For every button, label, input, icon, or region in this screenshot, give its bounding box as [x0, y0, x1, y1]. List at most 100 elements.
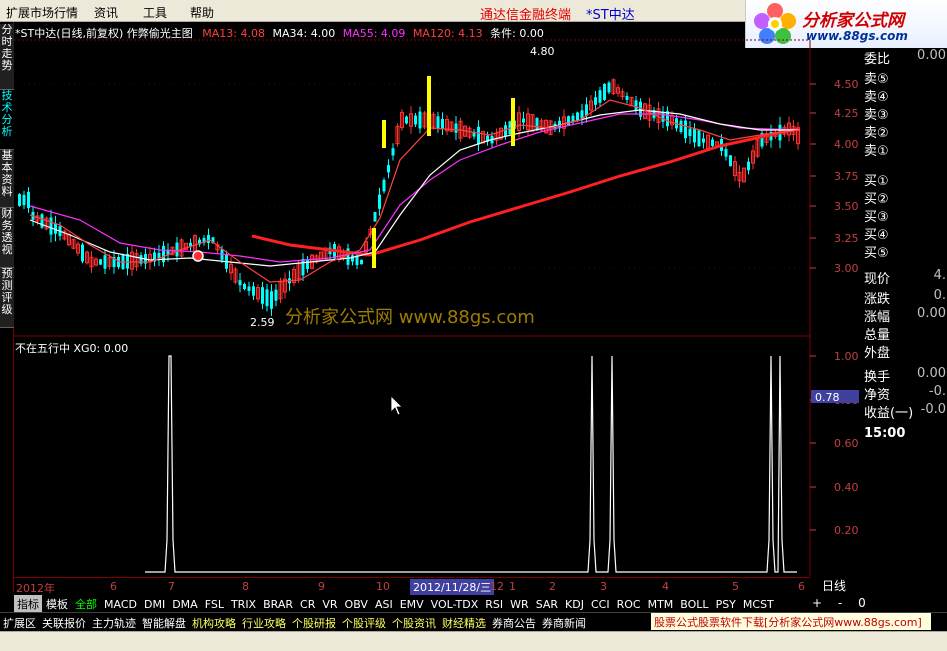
indicator-trix[interactable]: TRIX: [228, 597, 259, 612]
quote-value: 0.: [933, 288, 946, 303]
quote-row: 换手 0.00: [864, 366, 947, 385]
sub-cursor-value: 0.78: [815, 391, 840, 404]
zoom-reset-button[interactable]: 0: [858, 596, 866, 610]
indicator-tab[interactable]: 指标: [14, 595, 42, 613]
candle-body: [679, 120, 683, 132]
candle-body: [688, 128, 692, 137]
period-selector[interactable]: 日线: [812, 577, 861, 594]
candle-body: [99, 259, 102, 265]
indicator-cci[interactable]: CCI: [588, 597, 613, 612]
quote-label: 卖⑤: [864, 72, 889, 87]
quote-row: 买②: [864, 188, 947, 207]
indicator-emv[interactable]: EMV: [397, 597, 427, 612]
bottom-tab[interactable]: 个股研报: [289, 613, 339, 633]
candle-body: [603, 83, 606, 101]
indicator-kdj[interactable]: KDJ: [562, 597, 587, 612]
bottom-tab[interactable]: 券商公告: [489, 613, 539, 633]
date-tick: 6: [110, 580, 117, 593]
quote-label: 买⑤: [864, 246, 889, 261]
indicator-vol-tdx[interactable]: VOL-TDX: [428, 597, 482, 612]
price-tick: 4.25: [834, 107, 859, 120]
indicator-roc[interactable]: ROC: [614, 597, 644, 612]
candle-body: [697, 130, 701, 147]
candle-body: [247, 286, 251, 291]
sub-axis: 1.00 0.80 0.60 0.40 0.20: [810, 350, 859, 537]
quote-row: 涨幅 0.00: [864, 306, 947, 325]
date-tick: 3: [600, 580, 607, 593]
indicator-rsi[interactable]: RSI: [482, 597, 506, 612]
indicator-sar[interactable]: SAR: [533, 597, 561, 612]
price-tick: 3.00: [834, 262, 859, 275]
date-tick: 8: [242, 580, 249, 593]
quote-value: -0.0: [920, 402, 946, 417]
quote-label: 涨幅: [864, 310, 891, 325]
indicator-mcst[interactable]: MCST: [740, 597, 777, 612]
indicator-brar[interactable]: BRAR: [260, 597, 296, 612]
indicator-obv[interactable]: OBV: [342, 597, 371, 612]
candle-body: [576, 112, 579, 122]
candle-body: [625, 95, 629, 100]
candle-body: [436, 116, 440, 129]
bottom-tab[interactable]: 券商新闻: [539, 613, 589, 633]
quote-row: 卖⑤: [864, 68, 947, 87]
bottom-tab[interactable]: 主力轨迹: [89, 613, 139, 633]
indicator-wr[interactable]: WR: [507, 597, 532, 612]
candle-body: [27, 191, 30, 209]
indicator-fsl[interactable]: FSL: [202, 597, 227, 612]
date-tick: 12: [490, 580, 504, 593]
candle-body: [724, 149, 728, 157]
indicator-boll[interactable]: BOLL: [677, 597, 711, 612]
candle-body: [634, 100, 638, 111]
indicator-psy[interactable]: PSY: [713, 597, 739, 612]
zoom-out-button[interactable]: -: [838, 596, 842, 610]
indicator-macd[interactable]: MACD: [101, 597, 140, 612]
quote-label: 买②: [864, 192, 889, 207]
quote-row: 卖③: [864, 104, 947, 123]
bottom-tab[interactable]: 财经精选: [439, 613, 489, 633]
candle-body: [585, 104, 588, 116]
candle-body: [351, 255, 354, 262]
candle-body: [18, 194, 21, 206]
price-tick: 4.50: [834, 78, 859, 91]
indicator-vr[interactable]: VR: [319, 597, 340, 612]
bottom-tab[interactable]: 行业攻略: [239, 613, 289, 633]
candle-body: [378, 194, 381, 209]
indicator-dma[interactable]: DMA: [169, 597, 201, 612]
date-tick: 10: [376, 580, 390, 593]
bottom-tab[interactable]: 智能解盘: [139, 613, 189, 633]
zoom-in-button[interactable]: +: [812, 596, 822, 610]
bottom-tab[interactable]: 扩展区: [0, 613, 39, 633]
quote-row: 15:00: [864, 426, 947, 441]
date-cursor: 2012/11/28/三: [410, 579, 495, 595]
indicator-dmi[interactable]: DMI: [141, 597, 168, 612]
indicator-bar: 指标 模板 全部 MACD DMI DMA FSL TRIX BRAR CR VR OBV ASI EMV…: [14, 595, 814, 613]
price-tick: 3.50: [834, 200, 859, 213]
date-tick: 9: [318, 580, 325, 593]
quote-label: 卖②: [864, 126, 889, 141]
date-tick: 7: [168, 580, 175, 593]
quote-row: 买③: [864, 206, 947, 225]
candle-body: [414, 115, 417, 125]
all-tab[interactable]: 全部: [72, 595, 100, 613]
template-tab[interactable]: 模板: [43, 595, 71, 613]
indicator-cr[interactable]: CR: [297, 597, 318, 612]
candle-body: [418, 111, 422, 129]
quote-label: 卖③: [864, 108, 889, 123]
date-tick: 2: [549, 580, 556, 593]
bottom-tab[interactable]: 机构攻略: [189, 613, 239, 633]
chart-area[interactable]: 4.50 4.25 4.00 3.75 3.50 3.25 3.00 4.80 …: [0, 0, 947, 577]
quote-label: 现价: [864, 272, 891, 287]
bottom-tab[interactable]: 个股资讯: [389, 613, 439, 633]
quote-row: 收益(一) -0.0: [864, 402, 947, 421]
bottom-tab[interactable]: 个股评级: [339, 613, 389, 633]
quote-row: 卖②: [864, 122, 947, 141]
quote-label: 买③: [864, 210, 889, 225]
date-tick: 5: [732, 580, 739, 593]
indicator-mtm[interactable]: MTM: [645, 597, 677, 612]
candle-body: [40, 214, 44, 228]
bottom-tab[interactable]: 关联报价: [39, 613, 89, 633]
indicator-asi[interactable]: ASI: [372, 597, 396, 612]
ad-banner[interactable]: 股票公式股票软件下载[分析家公式网www.88gs.com]: [651, 613, 931, 630]
quote-label: 涨跌: [864, 292, 891, 307]
quote-value: 0.00: [917, 306, 946, 321]
